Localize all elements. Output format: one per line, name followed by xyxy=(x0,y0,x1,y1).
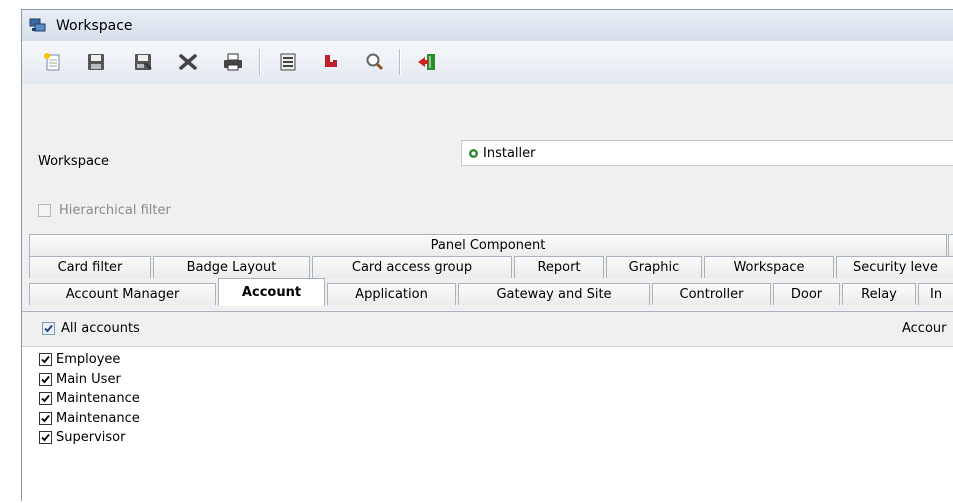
account-tab-content: All accounts Accour Employee Main User M… xyxy=(22,311,953,503)
workspace-value: Installer xyxy=(483,145,536,161)
workspace-window: Workspace Workspace Installer Hierarchic… xyxy=(21,9,953,503)
checkmark-icon xyxy=(44,324,53,333)
tab-label: Report xyxy=(537,260,581,275)
tab-label: Card access group xyxy=(351,260,473,275)
account-list: Employee Main User Maintenance Maintenan… xyxy=(39,350,140,448)
list-item[interactable]: Maintenance xyxy=(39,389,140,409)
all-accounts-label: All accounts xyxy=(61,321,140,336)
checkmark-icon xyxy=(41,395,50,403)
tab-relay[interactable]: Relay xyxy=(842,283,916,305)
all-accounts-checkbox[interactable]: All accounts xyxy=(42,321,140,336)
tab-account-manager[interactable]: Account Manager xyxy=(29,283,216,305)
new-icon xyxy=(44,53,60,71)
tab-report[interactable]: Report xyxy=(514,256,604,278)
checkmark-icon xyxy=(41,414,50,423)
account-checkbox[interactable] xyxy=(39,392,52,406)
hierarchical-filter-label: Hierarchical filter xyxy=(59,203,171,218)
toolbar xyxy=(22,41,953,85)
list-button[interactable] xyxy=(273,47,303,77)
search-button[interactable] xyxy=(360,47,390,77)
toolbar-separator xyxy=(259,49,261,75)
link-icon xyxy=(325,55,337,67)
tab-label: Graphic xyxy=(628,260,680,275)
account-column-label: Accour xyxy=(902,321,947,336)
tab-label: Account Manager xyxy=(65,287,180,302)
tab-card-filter[interactable]: Card filter xyxy=(29,256,151,278)
all-accounts-box[interactable] xyxy=(42,322,55,335)
search-icon xyxy=(366,53,384,71)
title-bar: Workspace xyxy=(22,10,953,42)
tab-label: Application xyxy=(355,287,428,302)
toolbar-separator xyxy=(399,49,401,75)
tab-controller[interactable]: Controller xyxy=(652,283,771,305)
list-item[interactable]: Employee xyxy=(39,350,140,370)
list-icon xyxy=(280,53,296,71)
new-button[interactable] xyxy=(38,47,68,77)
list-item[interactable]: Maintenance xyxy=(39,409,140,429)
tab-label: Controller xyxy=(679,287,744,302)
account-name: Employee xyxy=(56,352,121,368)
tab-account[interactable]: Account xyxy=(218,278,325,306)
exit-icon xyxy=(418,54,435,70)
account-filter-bar: All accounts Accour xyxy=(22,312,953,347)
tab-label: Gateway and Site xyxy=(496,287,612,302)
checkmark-icon xyxy=(41,375,50,384)
exit-button[interactable] xyxy=(412,47,442,77)
account-checkbox[interactable] xyxy=(39,411,52,425)
tab-badge-layout[interactable]: Badge Layout xyxy=(153,256,310,278)
tab-security-level[interactable]: Security leve xyxy=(836,256,953,278)
tab-label: Account xyxy=(241,285,302,300)
tab-door[interactable]: Door xyxy=(773,283,840,305)
tab-label: Card filter xyxy=(57,260,123,275)
delete-button[interactable] xyxy=(173,47,203,77)
hierarchical-filter-box[interactable] xyxy=(38,204,51,217)
window-title: Workspace xyxy=(56,18,133,34)
save-button[interactable] xyxy=(81,47,111,77)
tab-label: Panel Component xyxy=(430,238,546,253)
checkmark-icon xyxy=(41,434,50,442)
tab-workspace[interactable]: Workspace xyxy=(704,256,834,278)
account-checkbox[interactable] xyxy=(39,353,52,367)
workspace-label: Workspace xyxy=(38,154,110,169)
tab-input-partial[interactable]: In xyxy=(918,283,953,305)
tab-label: Workspace xyxy=(733,260,805,275)
workspace-panel: Workspace Installer Hierarchical filter … xyxy=(22,84,953,503)
tab-next-partial[interactable] xyxy=(948,234,953,256)
tab-label: Relay xyxy=(861,287,897,302)
delete-icon xyxy=(179,54,197,70)
list-item[interactable]: Main User xyxy=(39,370,140,390)
account-checkbox[interactable] xyxy=(39,372,52,386)
list-item[interactable]: Supervisor xyxy=(39,428,140,448)
workspace-app-icon xyxy=(29,18,46,32)
save-as-icon xyxy=(135,54,152,70)
save-icon xyxy=(88,54,104,70)
print-icon xyxy=(224,53,242,71)
tab-label: Badge Layout xyxy=(186,260,277,275)
tab-graphic[interactable]: Graphic xyxy=(606,256,702,278)
account-checkbox[interactable] xyxy=(39,431,52,445)
tab-label: In xyxy=(930,287,943,302)
account-name: Main User xyxy=(56,371,121,387)
hierarchical-filter-checkbox[interactable]: Hierarchical filter xyxy=(38,203,171,218)
tab-label: Security leve xyxy=(853,260,938,275)
account-name: Maintenance xyxy=(56,410,140,426)
account-name: Supervisor xyxy=(56,430,126,446)
workspace-select[interactable]: Installer xyxy=(461,140,953,166)
tab-application[interactable]: Application xyxy=(327,283,456,305)
tab-label: Door xyxy=(790,287,823,302)
print-button[interactable] xyxy=(218,47,248,77)
status-green-icon xyxy=(469,148,478,158)
tab-card-access-group[interactable]: Card access group xyxy=(312,256,512,278)
checkmark-icon xyxy=(41,356,50,364)
tab-panel-component[interactable]: Panel Component xyxy=(29,234,947,256)
account-name: Maintenance xyxy=(56,391,140,407)
save-as-button[interactable] xyxy=(128,47,158,77)
link-button[interactable] xyxy=(316,47,346,77)
tab-gateway-and-site[interactable]: Gateway and Site xyxy=(458,283,650,305)
